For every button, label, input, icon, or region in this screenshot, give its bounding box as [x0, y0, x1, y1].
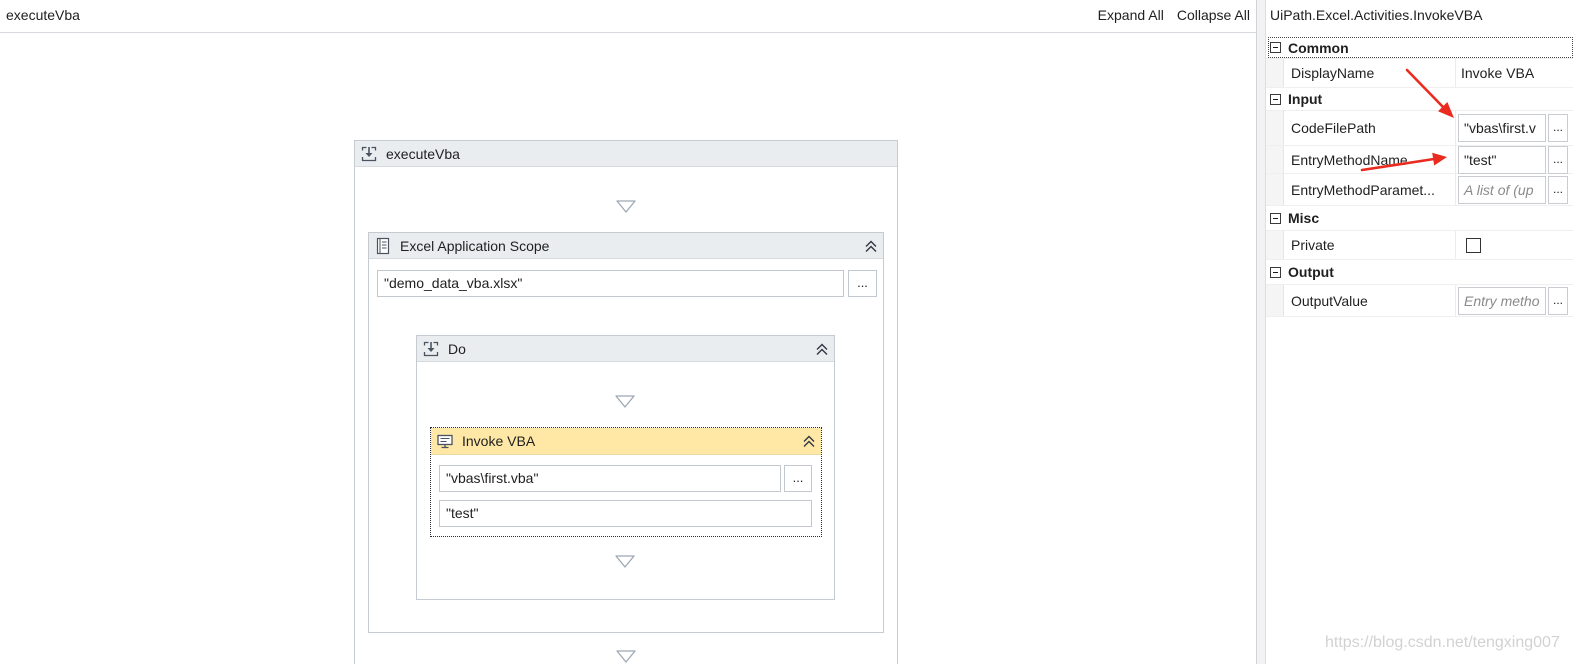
category-common[interactable]: Common [1266, 37, 1573, 59]
category-name: Common [1288, 39, 1349, 56]
invoke-vba-activity[interactable]: Invoke VBA "vbas\first.vba" ... "test" [430, 427, 822, 537]
property-label: DisplayName [1284, 59, 1456, 87]
category-name: Output [1288, 264, 1334, 280]
expand-all-button[interactable]: Expand All [1098, 7, 1164, 24]
code-file-path-property-browse-button[interactable]: ... [1548, 114, 1568, 142]
collapse-category-icon[interactable] [1270, 212, 1281, 224]
property-value-cell: Entry metho ... [1456, 286, 1573, 315]
row-gutter [1266, 174, 1284, 205]
row-gutter [1266, 59, 1284, 87]
sequence-activity[interactable]: executeVba Excel Application Scope "demo… [354, 140, 898, 664]
property-label: OutputValue [1284, 285, 1456, 316]
collapse-chevron-icon[interactable] [864, 239, 878, 253]
designer-toolbar: executeVba Expand All Collapse All [0, 0, 1256, 33]
do-sequence-activity[interactable]: Do Invoke VBA "vbas\first.vba" ... "test… [416, 335, 835, 600]
excel-application-scope-title: Excel Application Scope [400, 238, 550, 254]
entry-method-parameters-browse-button[interactable]: ... [1548, 175, 1568, 204]
property-label: Private [1284, 231, 1456, 259]
invoke-vba-title: Invoke VBA [462, 433, 536, 449]
private-checkbox[interactable] [1466, 237, 1481, 253]
collapse-category-icon[interactable] [1270, 42, 1281, 53]
property-row-displayname: DisplayName Invoke VBA [1266, 59, 1573, 88]
property-value-cell: "vbas\first.v ... [1456, 114, 1573, 142]
sequence-header[interactable]: executeVba [355, 141, 897, 167]
entry-method-parameters-field[interactable]: A list of (up [1458, 175, 1546, 204]
do-sequence-header[interactable]: Do [417, 336, 834, 362]
property-row-private: Private [1266, 231, 1573, 260]
property-label: EntryMethodParamet... [1284, 174, 1456, 205]
category-input[interactable]: Input [1266, 88, 1573, 111]
excel-application-scope-activity[interactable]: Excel Application Scope "demo_data_vba.x… [368, 232, 884, 633]
output-value-browse-button[interactable]: ... [1548, 286, 1568, 315]
invoke-vba-icon [436, 432, 454, 450]
collapse-chevron-icon[interactable] [815, 342, 829, 356]
panel-splitter[interactable] [1256, 0, 1266, 664]
drop-arrow-icon [616, 650, 636, 663]
property-row-entrymethodname: EntryMethodName "test" ... [1266, 145, 1573, 174]
property-label: EntryMethodName [1284, 146, 1456, 173]
properties-panel: UiPath.Excel.Activities.InvokeVBA Common… [1266, 0, 1573, 664]
property-value-cell: Invoke VBA [1456, 65, 1573, 81]
row-gutter [1266, 231, 1284, 259]
entry-method-name-property-field[interactable]: "test" [1458, 145, 1546, 174]
entry-method-name-field[interactable]: "test" [439, 500, 812, 527]
workflow-designer: executeVba Expand All Collapse All execu… [0, 0, 1256, 664]
drop-arrow-icon [615, 555, 635, 568]
designer-actions: Expand All Collapse All [1098, 7, 1250, 24]
app-window: executeVba Expand All Collapse All execu… [0, 0, 1573, 664]
row-gutter [1266, 285, 1284, 316]
do-sequence-title: Do [448, 341, 466, 357]
category-name: Input [1288, 91, 1323, 107]
property-value-cell: "test" ... [1456, 145, 1573, 174]
display-name-field[interactable]: Invoke VBA [1458, 65, 1534, 81]
category-misc[interactable]: Misc [1266, 206, 1573, 231]
sequence-icon [422, 340, 440, 358]
property-value-cell [1456, 237, 1573, 253]
property-grid: Common DisplayName Invoke VBA Input Code… [1266, 37, 1573, 317]
property-value-cell: A list of (up ... [1456, 175, 1573, 204]
sequence-icon [360, 145, 378, 163]
workbook-path-field[interactable]: "demo_data_vba.xlsx" [377, 270, 844, 297]
category-name: Misc [1288, 210, 1320, 226]
sequence-title: executeVba [386, 146, 460, 162]
category-output[interactable]: Output [1266, 260, 1573, 285]
code-file-path-browse-button[interactable]: ... [784, 465, 812, 492]
collapse-all-button[interactable]: Collapse All [1177, 7, 1250, 24]
excel-application-scope-header[interactable]: Excel Application Scope [369, 233, 883, 259]
output-value-field[interactable]: Entry metho [1458, 286, 1546, 315]
code-file-path-property-field[interactable]: "vbas\first.v [1458, 114, 1546, 142]
collapse-category-icon[interactable] [1270, 93, 1281, 105]
row-gutter [1266, 146, 1284, 173]
excel-application-scope-icon [374, 237, 392, 255]
code-file-path-field[interactable]: "vbas\first.vba" [439, 465, 781, 492]
entry-method-name-property-browse-button[interactable]: ... [1548, 145, 1568, 174]
collapse-category-icon[interactable] [1270, 266, 1281, 278]
invoke-vba-header[interactable]: Invoke VBA [431, 428, 821, 455]
drop-arrow-icon [615, 395, 635, 408]
watermark-text: https://blog.csdn.net/tengxing007 [1325, 634, 1560, 651]
property-label: CodeFilePath [1284, 111, 1456, 145]
breadcrumb[interactable]: executeVba [6, 7, 80, 24]
row-gutter [1266, 111, 1284, 145]
property-row-codefilepath: CodeFilePath "vbas\first.v ... [1266, 111, 1573, 146]
property-row-entrymethodparameters: EntryMethodParamet... A list of (up ... [1266, 174, 1573, 206]
workbook-path-browse-button[interactable]: ... [848, 270, 877, 297]
drop-arrow-icon [616, 200, 636, 213]
property-row-outputvalue: OutputValue Entry metho ... [1266, 285, 1573, 317]
properties-title: UiPath.Excel.Activities.InvokeVBA [1270, 7, 1483, 23]
collapse-chevron-icon[interactable] [802, 434, 816, 448]
